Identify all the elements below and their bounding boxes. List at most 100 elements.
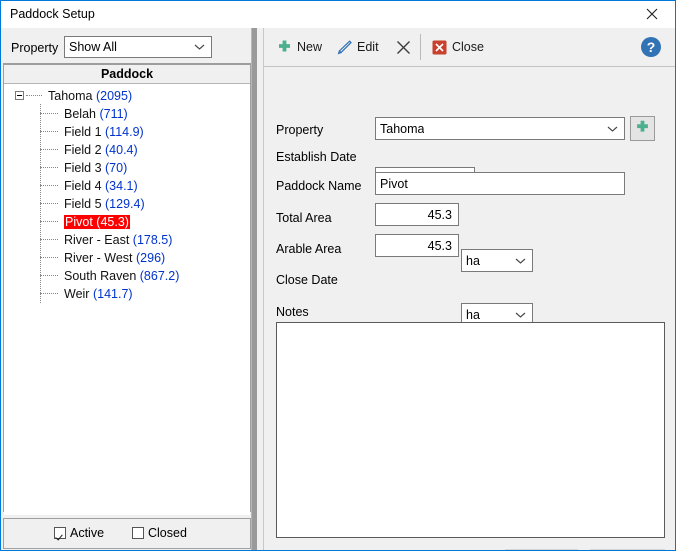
tree-connector xyxy=(40,113,58,115)
detail-toolbar: New Edit Close ? xyxy=(264,28,675,67)
pane-splitter[interactable] xyxy=(251,28,263,550)
tree-node-name: Field 4 xyxy=(64,179,102,193)
arable-area-unit-value: ha xyxy=(466,307,480,322)
tree-node[interactable]: Pivot (45.3) xyxy=(4,212,250,231)
toolbar-divider xyxy=(420,34,421,60)
pencil-icon xyxy=(337,39,352,54)
paddock-tree-panel: Paddock Tahoma (2095) Belah (711) Field 1 … xyxy=(3,63,251,515)
tree-node-name: Field 2 xyxy=(64,143,102,157)
active-checkbox[interactable]: Active xyxy=(54,526,104,540)
tree-node-area: (178.5) xyxy=(132,233,173,247)
paddock-name-input[interactable] xyxy=(375,172,625,195)
tree-expand-toggle-icon[interactable] xyxy=(15,91,24,100)
title-bar: Paddock Setup xyxy=(1,1,675,28)
paddock-tree-header: Paddock xyxy=(4,65,250,84)
x-icon xyxy=(396,40,410,54)
property-select[interactable]: Tahoma xyxy=(375,117,625,140)
paddock-name-label: Paddock Name xyxy=(276,179,362,193)
tree-node-name: River - West xyxy=(64,251,133,265)
tree-connector xyxy=(40,293,58,295)
paddock-tree[interactable]: Tahoma (2095) Belah (711) Field 1 (114.9) F… xyxy=(4,84,250,515)
notes-textarea[interactable] xyxy=(276,322,665,538)
tree-node-name: River - East xyxy=(64,233,130,247)
tree-node-area: (296) xyxy=(136,251,166,265)
close-icon xyxy=(646,8,658,20)
add-property-button[interactable] xyxy=(630,116,655,141)
edit-button-label: Edit xyxy=(357,40,379,54)
close-record-button[interactable]: Close xyxy=(427,33,488,61)
tree-node-area: (70) xyxy=(105,161,128,175)
closed-checkbox[interactable]: Closed xyxy=(132,526,187,540)
closed-checkbox-label: Closed xyxy=(148,526,187,540)
tree-node-area: (141.7) xyxy=(92,287,133,301)
tree-node-area: (40.4) xyxy=(105,143,138,157)
tree-node-name: Field 5 xyxy=(64,197,102,211)
arable-area-input[interactable] xyxy=(375,234,459,257)
total-area-input[interactable] xyxy=(375,203,459,226)
property-filter-label: Property xyxy=(11,41,59,55)
property-filter-select[interactable]: Show All xyxy=(64,36,212,58)
help-circle-icon: ? xyxy=(641,37,661,57)
property-filter-value: Show All xyxy=(69,40,117,54)
tree-node-name: South Raven xyxy=(64,269,137,283)
chevron-down-icon xyxy=(194,44,205,50)
tree-connector xyxy=(40,257,58,259)
total-area-unit-value: ha xyxy=(466,253,480,268)
tree-connector xyxy=(40,221,58,223)
delete-button[interactable] xyxy=(388,33,418,61)
chevron-down-icon xyxy=(515,258,526,264)
tree-node-area: (867.2) xyxy=(139,269,180,283)
red-x-box-icon xyxy=(432,40,447,54)
paddock-setup-dialog: Paddock Setup Property Show All Paddock … xyxy=(0,0,676,551)
tree-node[interactable]: Field 4 (34.1) xyxy=(4,176,250,195)
tree-node[interactable]: South Raven (867.2) xyxy=(4,266,250,285)
help-button[interactable]: ? xyxy=(640,36,662,58)
tree-node-name: Weir xyxy=(64,287,90,301)
svg-text:?: ? xyxy=(647,39,656,55)
closed-checkbox-box xyxy=(132,527,144,539)
active-checkbox-box xyxy=(54,527,66,539)
property-filter-row: Property Show All xyxy=(1,36,251,62)
plus-icon xyxy=(637,120,648,132)
edit-button[interactable]: Edit xyxy=(332,33,383,61)
paddock-detail-pane: New Edit Close ? Property Tahoma Establi… xyxy=(263,28,675,550)
tree-node[interactable]: Field 3 (70) xyxy=(4,158,250,177)
arable-area-label: Arable Area xyxy=(276,242,342,256)
paddock-form: Property Tahoma Establish Date Paddock N xyxy=(264,66,675,550)
notes-label: Notes xyxy=(276,305,309,319)
establish-date-label: Establish Date xyxy=(276,150,357,164)
tree-node-area: (711) xyxy=(99,107,128,121)
close-record-button-label: Close xyxy=(452,40,484,54)
tree-node[interactable]: Field 1 (114.9) xyxy=(4,122,250,141)
tree-node[interactable]: Field 2 (40.4) xyxy=(4,140,250,159)
window-title: Paddock Setup xyxy=(10,7,95,21)
tree-node-root[interactable]: Tahoma (2095) xyxy=(4,87,250,105)
tree-node[interactable]: Field 5 (129.4) xyxy=(4,194,250,213)
tree-node-area: (45.3) xyxy=(96,215,129,229)
tree-node[interactable]: Weir (141.7) xyxy=(4,284,250,303)
total-area-unit-select[interactable]: ha xyxy=(461,249,533,272)
total-area-label: Total Area xyxy=(276,211,332,225)
chevron-down-icon xyxy=(607,126,618,132)
tree-node-name: Pivot xyxy=(65,215,93,229)
tree-node-name: Belah xyxy=(64,107,96,121)
tree-node-area: (129.4) xyxy=(105,197,145,211)
tree-connector xyxy=(40,203,58,205)
chevron-down-icon xyxy=(515,312,526,318)
tree-node[interactable]: River - East (178.5) xyxy=(4,230,250,249)
property-label: Property xyxy=(276,123,324,137)
tree-connector xyxy=(40,149,58,151)
splitter-handle[interactable] xyxy=(251,28,257,550)
plus-icon xyxy=(279,40,290,51)
tree-node[interactable]: Belah (711) xyxy=(4,104,250,123)
new-button-label: New xyxy=(297,40,323,54)
tree-connector xyxy=(40,239,58,241)
tree-connector xyxy=(40,131,58,133)
window-close-button[interactable] xyxy=(629,1,675,27)
new-button[interactable]: New xyxy=(272,33,326,61)
tree-connector xyxy=(40,275,58,277)
tree-node[interactable]: River - West (296) xyxy=(4,248,250,267)
paddock-list-pane: Property Show All Paddock Tahoma (2095) B… xyxy=(1,28,251,550)
property-select-value: Tahoma xyxy=(380,121,425,136)
tree-node-area: (34.1) xyxy=(105,179,138,193)
